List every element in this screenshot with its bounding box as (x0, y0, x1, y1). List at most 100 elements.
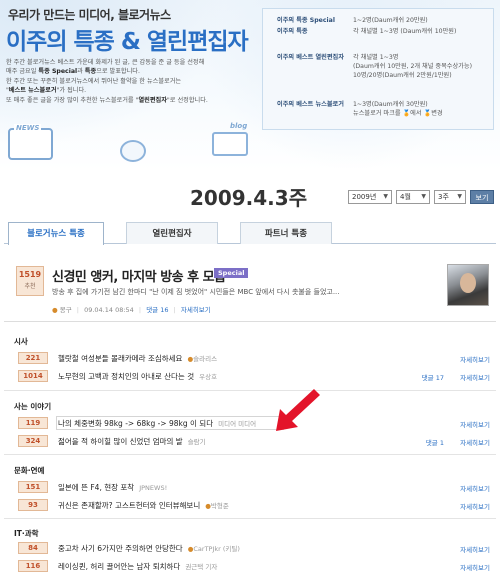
desc-text: 으로 발표합니다. (96, 68, 140, 76)
detail-link[interactable]: 자세히보기 (460, 437, 490, 447)
tab-partner-scoop[interactable]: 파트너 특종 (240, 222, 332, 244)
article-title-line: 젊어을 적 하이힐 많이 신었던 엄마의 발 슬람기 (58, 436, 206, 447)
detail-link[interactable]: 자세히보기 (460, 419, 490, 429)
desc-line: 또 매주 좋은 글을 가장 많이 추천한 뉴스블로거를 "열린편집자"로 선정합… (6, 96, 208, 104)
detail-link[interactable]: 자세히보기 (460, 354, 490, 364)
week-select-value: 3주 (438, 193, 449, 201)
category-title: 문화·연예 (14, 466, 45, 475)
info-value: 각 채널별 1~3명 (Daum캐쉬 10만원) (353, 28, 457, 35)
info-value: 각 채널별 1~3명 (353, 54, 399, 61)
newsstand-label: NEWS (14, 124, 42, 132)
detail-link[interactable]: 자세히보기 (460, 483, 490, 493)
list-item: 324 젊어을 적 하이힐 많이 신었던 엄마의 발 슬람기 댓글 1 자세히보기 (4, 433, 496, 449)
list-item: 119 나의 체중변화 98kg -> 68kg -> 98kg 이 되다 미디어… (4, 415, 496, 431)
article-author[interactable]: JPNEWS! (139, 484, 167, 492)
article-author[interactable]: 슬람기 (188, 438, 206, 446)
article-title[interactable]: 젊어을 적 하이힐 많이 신었던 엄마의 발 (58, 437, 183, 446)
desc-text: 가 됩니다. (59, 87, 87, 95)
author-name: 권근택 기자 (185, 563, 218, 571)
month-select[interactable]: 4월 ▼ (396, 190, 430, 204)
desc-text: 한 주간 또는 꾸준히 블로거뉴스에서 뛰어난 활약을 한 뉴스블로거는 (6, 77, 182, 85)
detail-link[interactable]: 자세히보기 (460, 372, 490, 382)
user-icon: ● (52, 306, 58, 314)
article-title[interactable]: 헬랏철 여성분들 몰래카메라 조심하세요 (58, 354, 182, 363)
page-title: 이주의 특종 & 열린편집자 (6, 29, 249, 55)
view-button[interactable]: 보기 (470, 190, 494, 204)
author-name: JPNEWS! (139, 484, 168, 492)
header-banner: 우리가 만드는 미디어, 블로거뉴스 이주의 특종 & 열린편집자 한 주간 블… (0, 0, 500, 170)
author-name: 슬라리스 (193, 355, 218, 363)
section-divider (4, 518, 496, 519)
week-select[interactable]: 3주 ▼ (434, 190, 466, 204)
recommend-count: 93 (18, 499, 48, 511)
category-title: IT·과학 (14, 529, 39, 538)
banner-description: 한 주간 블로거뉴스 베스트 가운데 화제가 된 글, 큰 감동을 준 글 등을… (6, 58, 251, 105)
detail-link[interactable]: 자세히보기 (460, 562, 490, 572)
info-key: 이주의 특종 (277, 28, 308, 35)
article-author[interactable]: 권근택 기자 (185, 563, 217, 571)
tab-open-editor[interactable]: 열린편집자 (126, 222, 218, 244)
article-author[interactable]: 우상호 (199, 373, 217, 381)
desc-text: 로 선정합니다. (169, 96, 208, 104)
article-author[interactable]: ●박형준 (205, 502, 229, 510)
comments-link[interactable]: 댓글 17 (422, 372, 444, 382)
special-date: 09.04.14 08:54 (84, 306, 134, 314)
detail-link[interactable]: 자세히보기 (460, 501, 490, 511)
blog-label: blog (230, 122, 248, 130)
list-item: 221 헬랏철 여성분들 몰래카메라 조심하세요 ●슬라리스 자세히보기 (4, 350, 496, 366)
article-thumbnail[interactable] (447, 264, 489, 306)
desc-emphasis: 베스트 뉴스블로거 (8, 87, 57, 95)
desc-text: 과 (77, 68, 85, 76)
recommend-count: 119 (18, 417, 48, 429)
author-name: 박형준 (210, 502, 229, 510)
category-title: 시사 (14, 337, 28, 346)
recommend-count: 221 (18, 352, 48, 364)
info-value: (Daum캐쉬 10만원, 2개 채널 중복수상가능) (353, 63, 472, 70)
special-author[interactable]: 몽구 (60, 306, 72, 314)
special-article-summary[interactable]: 방송 후 집에 가기전 남긴 한마디 "난 이제 짐 벗었어" 시민들은 MBC… (52, 287, 447, 297)
month-select-value: 4월 (400, 193, 411, 201)
article-title[interactable]: 노무현의 고백과 정치인의 아내로 산다는 것 (58, 372, 194, 381)
newsstand-illustration: NEWS (8, 124, 53, 160)
red-arrow-icon (276, 389, 320, 431)
info-value: 1~3명(Daum캐쉬 30만원) (353, 101, 428, 108)
thumbnail-face (460, 273, 476, 293)
article-title-line: 노무현의 고백과 정치인의 아내로 산다는 것 우상호 (58, 371, 217, 382)
article-author[interactable]: ●CarTPJkr (키틸) (188, 545, 240, 553)
special-badge: Special (214, 268, 249, 278)
special-detail-link[interactable]: 자세히보기 (181, 306, 211, 314)
list-item: 84 중고차 사기 6가지만 주의하면 안당한다 ●CarTPJkr (키틸) 자… (4, 540, 496, 556)
globe-illustration (120, 140, 146, 162)
desc-text: 한 주간 블로거뉴스 베스트 가운데 화제가 된 글, 큰 감동을 준 글 등을… (6, 59, 205, 66)
desc-text: 매주 금요일 (6, 68, 39, 76)
recommend-count: 116 (18, 560, 48, 572)
article-title[interactable]: 레이싱퀸, 허리 끌어안는 남자 퇴치하다 (58, 562, 180, 571)
year-select[interactable]: 2009년 ▼ (348, 190, 392, 204)
desc-line: "베스트 뉴스블로거"가 됩니다. (6, 87, 87, 95)
article-title[interactable]: 나의 체중변화 98kg -> 68kg -> 98kg 이 되다 (58, 419, 213, 428)
section-divider (4, 454, 496, 455)
comments-link[interactable]: 댓글 1 (426, 437, 444, 447)
article-title[interactable]: 중고차 사기 6가지만 주의하면 안당한다 (58, 544, 183, 553)
article-author[interactable]: 미디어 미디어 (218, 420, 256, 428)
detail-link[interactable]: 자세히보기 (460, 544, 490, 554)
special-comments-link[interactable]: 댓글 16 (146, 306, 168, 314)
info-value: 뉴스블로거 마크를 🏅에서 🏅변경 (353, 110, 443, 117)
special-article-title[interactable]: 신경민 앵커, 마지막 방송 후 모습 (52, 266, 226, 285)
blog-illustration: blog (208, 116, 256, 160)
article-title-line: 레이싱퀸, 허리 끌어안는 남자 퇴치하다 권근택 기자 (58, 561, 217, 572)
article-title-line: 헬랏철 여성분들 몰래카메라 조심하세요 ●슬라리스 (58, 353, 217, 364)
separator: | (76, 306, 79, 314)
info-value: 1~2명(Daum캐쉬 20만원) (353, 17, 428, 24)
article-author[interactable]: ●슬라리스 (187, 355, 217, 363)
author-name: 슬람기 (187, 438, 206, 446)
desc-line: 한 주간 또는 꾸준히 블로거뉴스에서 뛰어난 활약을 한 뉴스블로거는 (6, 77, 251, 86)
recommend-count: 1519 (18, 270, 42, 279)
desc-emphasis: 특종 Special (38, 68, 78, 76)
article-title[interactable]: 귀신은 존재할까? 고스트헌터와 인터뷰해보니 (58, 501, 200, 510)
chevron-down-icon: ▼ (383, 193, 388, 200)
article-title-line: 귀신은 존재할까? 고스트헌터와 인터뷰해보니 ●박형준 (58, 500, 229, 511)
tab-blogger-news-scoop[interactable]: 블로거뉴스 특종 (8, 222, 104, 245)
article-title[interactable]: 일본에 뜬 F4, 현장 포착 (58, 483, 134, 492)
recommend-count: 1014 (18, 370, 48, 382)
